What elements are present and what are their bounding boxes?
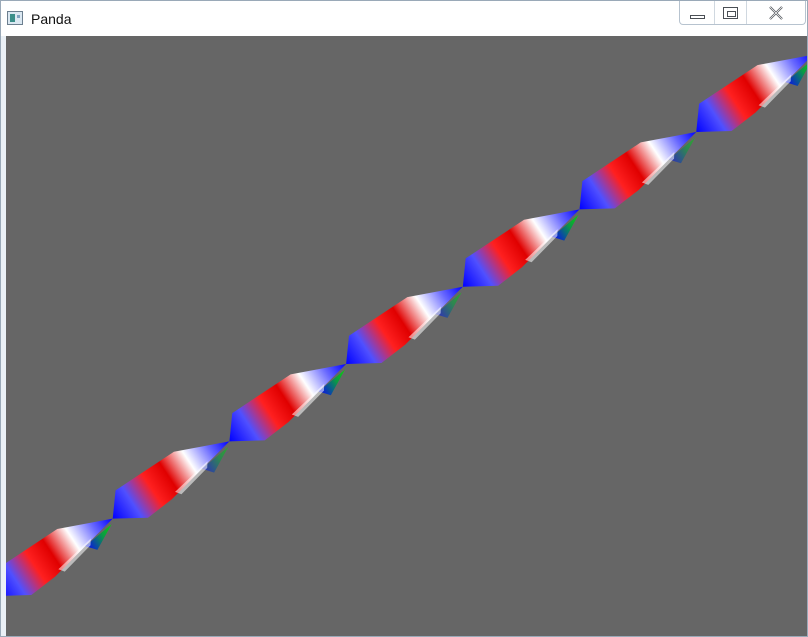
minimize-icon xyxy=(689,14,705,19)
close-icon xyxy=(768,5,784,20)
maximize-icon xyxy=(722,6,738,19)
close-button[interactable] xyxy=(746,1,806,24)
ribbon-segment xyxy=(579,132,697,210)
window-controls xyxy=(679,1,806,25)
ribbon-segment xyxy=(112,441,230,519)
maximize-button[interactable] xyxy=(714,1,747,24)
minimize-button[interactable] xyxy=(680,1,715,24)
ribbon-scene xyxy=(6,54,807,596)
window-app-icon[interactable] xyxy=(7,11,23,25)
panda-window: Panda xyxy=(0,0,808,637)
ribbon-segment xyxy=(229,364,347,442)
ribbon-segment xyxy=(462,209,580,287)
twisted-ribbon xyxy=(6,54,807,596)
ribbon-segment xyxy=(346,286,463,365)
ribbon-segment xyxy=(696,54,807,133)
window-title: Panda xyxy=(31,11,72,27)
title-bar[interactable]: Panda xyxy=(1,1,807,36)
render-viewport[interactable] xyxy=(6,36,807,636)
ribbon-segment xyxy=(6,518,113,596)
